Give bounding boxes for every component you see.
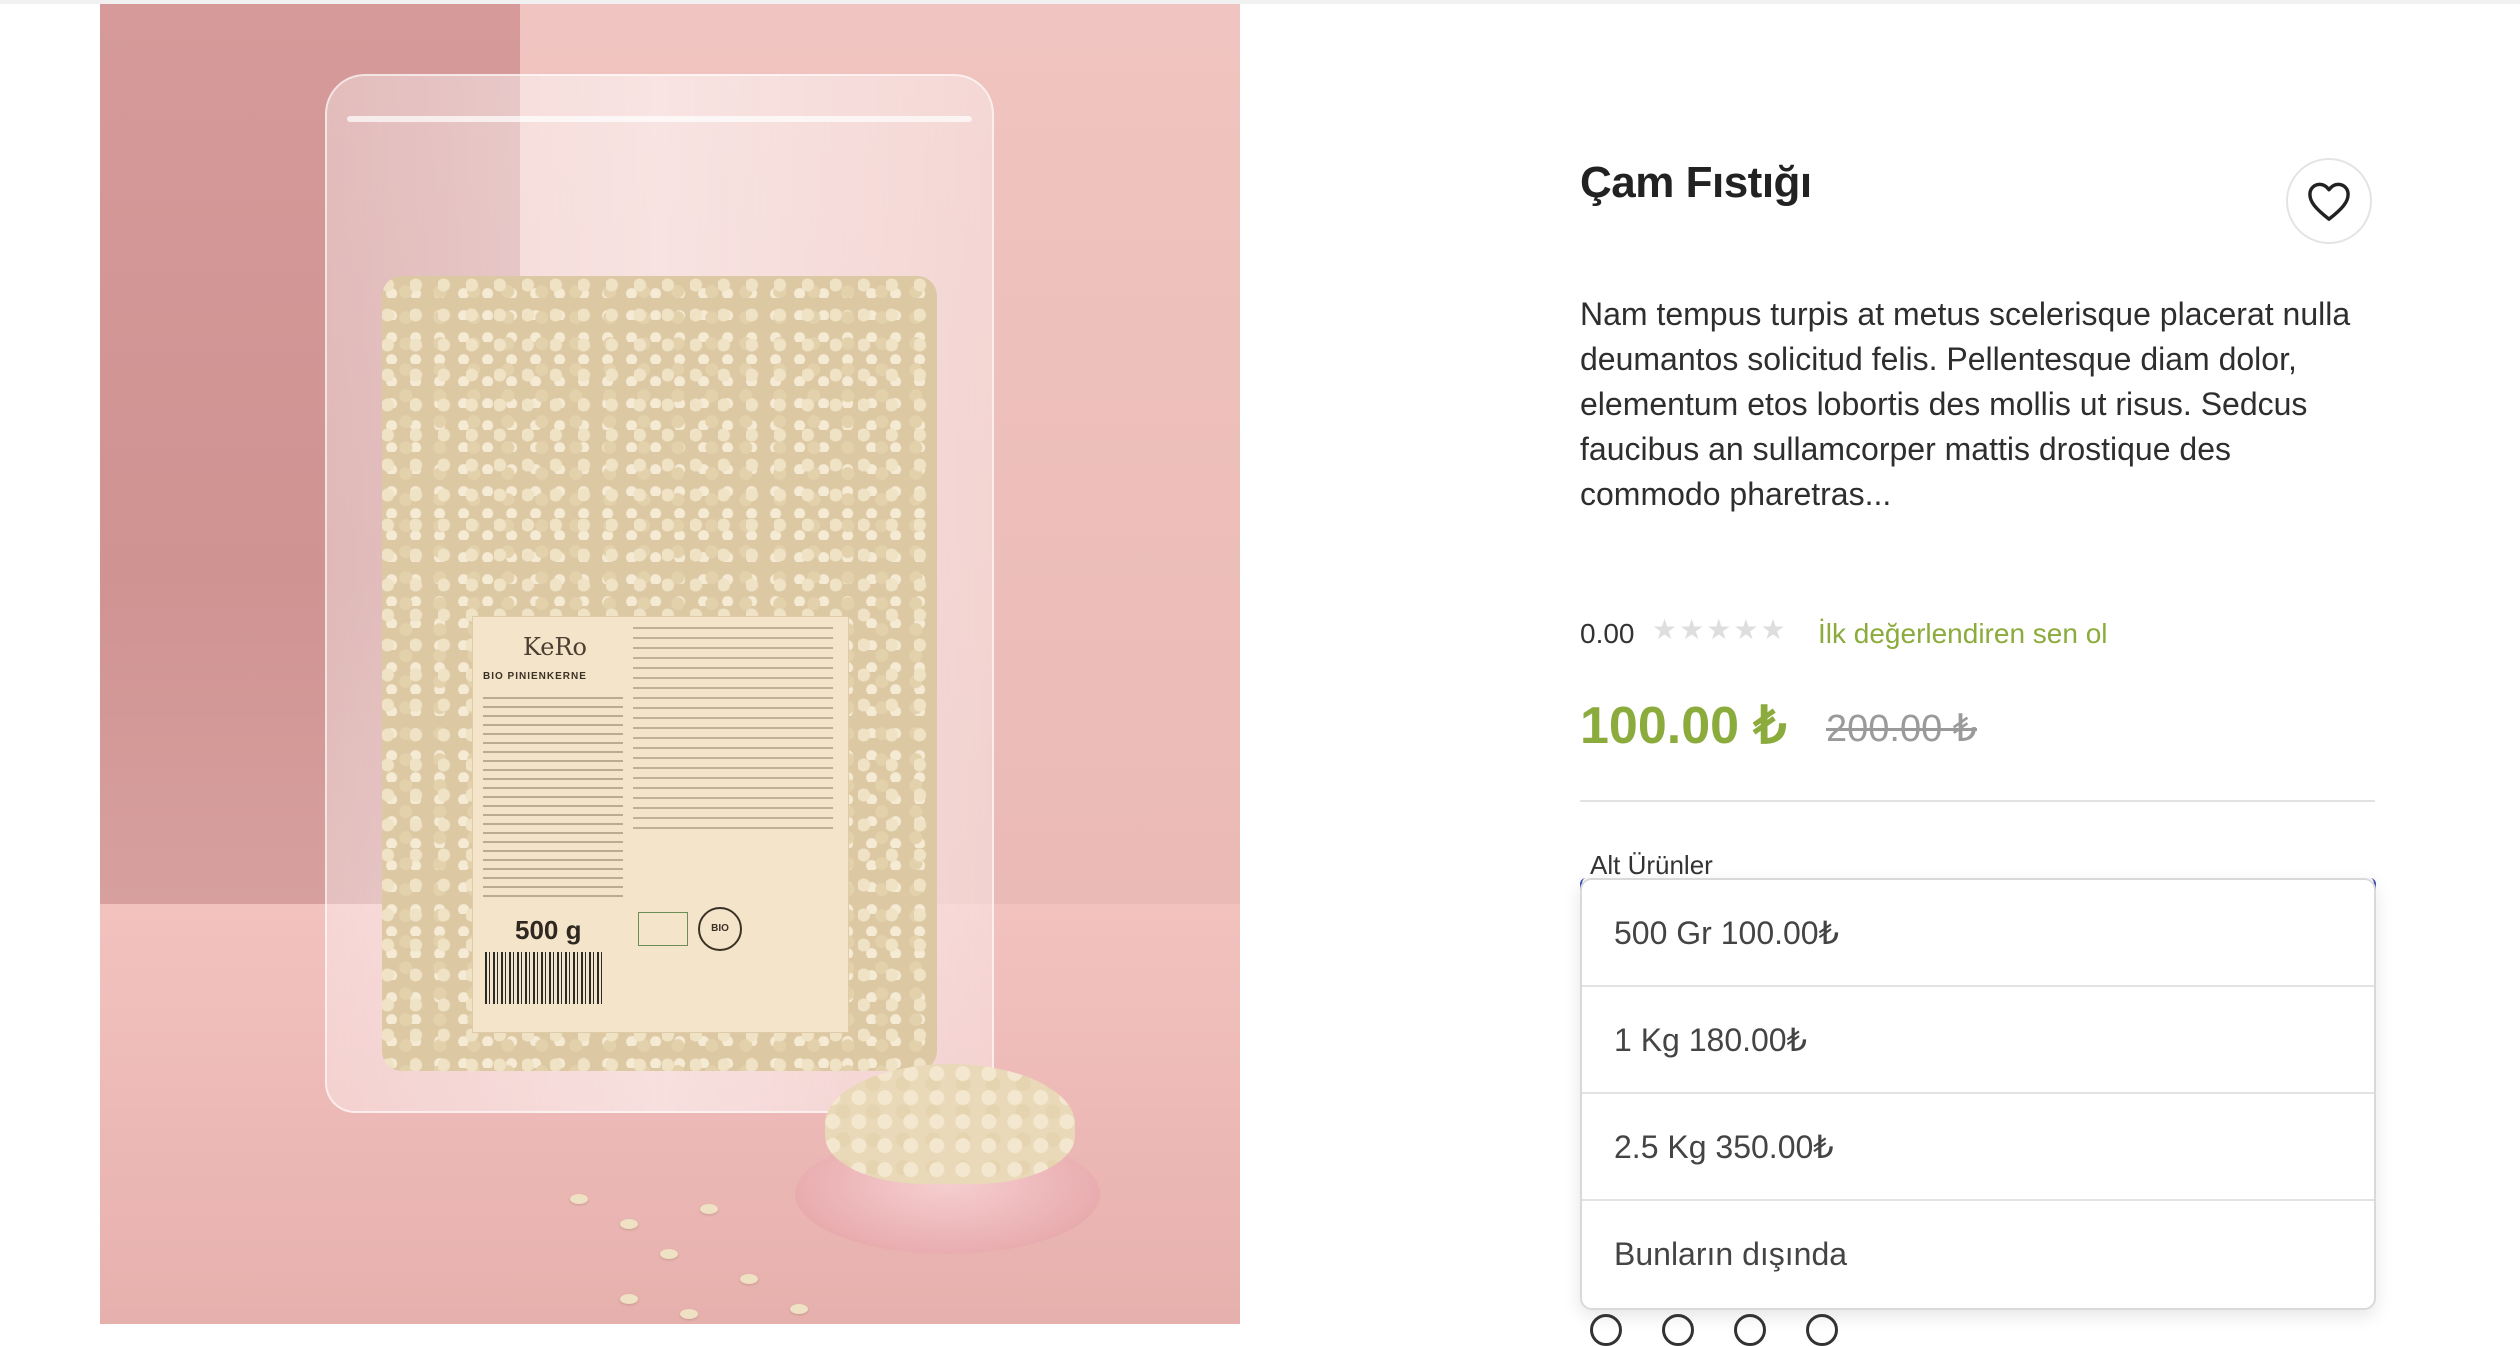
star-icon: ★ [1760, 614, 1786, 645]
product-image[interactable]: KeRo BIO PINIENKERNE BIO 500 g [100, 4, 1240, 1324]
star-icon: ★ [1679, 614, 1705, 645]
variant-option[interactable]: Bunların dışında [1582, 1201, 2374, 1308]
rating-stars: ★ ★ ★ ★ ★ [1652, 616, 1786, 644]
star-icon: ★ [1733, 614, 1759, 645]
first-review-link[interactable]: İlk değerlendiren sen ol [1818, 618, 2108, 650]
share-icons [1590, 1314, 1838, 1346]
package-label: KeRo BIO PINIENKERNE BIO 500 g [472, 616, 849, 1033]
rating-value: 0.00 [1580, 618, 1635, 649]
product-title: Çam Fıstığı [1580, 158, 1812, 207]
favorite-button[interactable] [2286, 158, 2372, 244]
nut-bowl [795, 1064, 1100, 1254]
eu-organic-icon [638, 912, 688, 946]
share-icon[interactable] [1590, 1314, 1622, 1346]
current-price: 100.00 ₺ [1580, 697, 1787, 755]
variant-select-label: Alt Ürünler [1590, 850, 1713, 880]
old-price: 200.00 ₺ [1826, 708, 1977, 750]
facebook-icon[interactable] [1662, 1314, 1694, 1346]
star-icon: ★ [1706, 614, 1732, 645]
heart-outline-icon [2308, 182, 2350, 221]
barcode [485, 952, 605, 1004]
bio-seal: BIO [698, 907, 742, 951]
star-icon: ★ [1652, 614, 1678, 645]
package-weight: 500 g [515, 915, 582, 945]
divider [1580, 800, 2375, 802]
pinterest-icon[interactable] [1806, 1314, 1838, 1346]
variant-option[interactable]: 2.5 Kg 350.00₺ [1582, 1094, 2374, 1201]
x-icon[interactable] [1734, 1314, 1766, 1346]
product-description: Nam tempus turpis at metus scelerisque p… [1580, 296, 2351, 512]
variant-dropdown-list: 500 Gr 100.00₺ 1 Kg 180.00₺ 2.5 Kg 350.0… [1580, 878, 2376, 1310]
brand-logo: KeRo [523, 633, 588, 661]
package-product-name: BIO PINIENKERNE [483, 671, 587, 682]
product-bag: KeRo BIO PINIENKERNE BIO 500 g [325, 74, 994, 1113]
variant-option[interactable]: 1 Kg 180.00₺ [1582, 987, 2374, 1094]
variant-option[interactable]: 500 Gr 100.00₺ [1582, 880, 2374, 987]
